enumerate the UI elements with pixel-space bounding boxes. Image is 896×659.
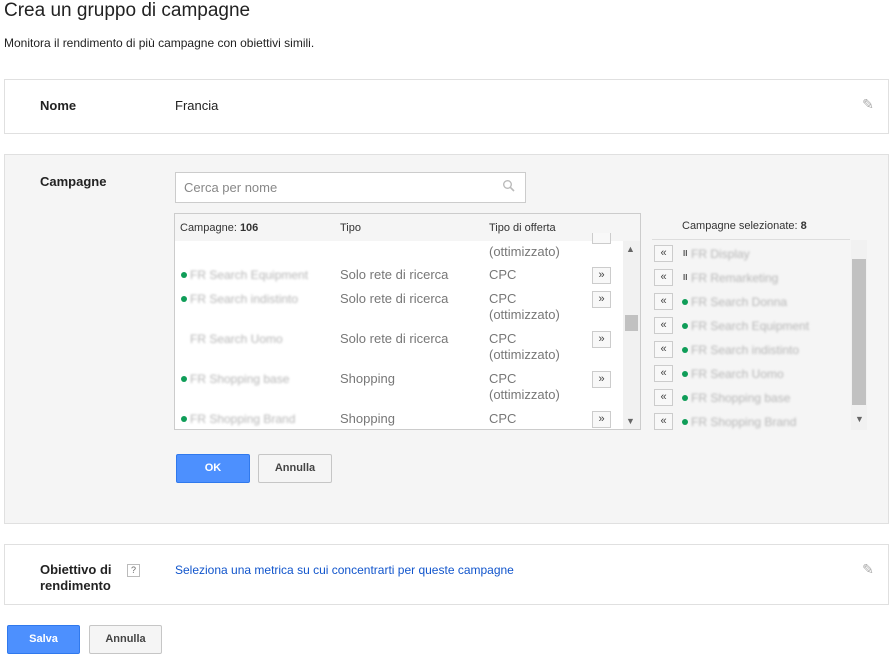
remove-campaign-button[interactable]: « [654,365,673,382]
selected-campaign-name: FR Search Uomo [691,367,784,381]
help-icon[interactable]: ? [127,564,140,577]
status-active-dot [682,395,688,401]
selected-campaign-name: FR Search Donna [691,295,788,309]
remove-campaign-button[interactable]: « [654,341,673,358]
campaign-bid: CPC [489,267,517,282]
annulla-campaigns-button[interactable]: Annulla [258,454,332,483]
status-active-dot [181,296,187,302]
campaign-search-box [175,172,526,203]
selected-campaign-name: FR Remarketing [691,271,779,285]
page-title: Crea un gruppo di campagne [4,0,251,21]
remove-campaign-button[interactable]: « [654,317,673,334]
selected-campaigns-header: Campagne selezionate: 8 [682,220,807,232]
scroll-up-arrow-icon[interactable]: ▲ [626,244,635,254]
select-metric-link[interactable]: Seleziona una metrica su cui concentrart… [175,563,514,577]
selected-campaign-name: FR Shopping Brand [691,415,797,429]
campaigns-count: 106 [239,222,259,234]
status-active-dot [181,416,187,422]
search-icon[interactable] [502,179,516,193]
cancel-button[interactable]: Annulla [89,625,162,654]
selected-scroll-thumb[interactable] [852,259,866,405]
campaign-name[interactable]: FR Shopping Brand [190,412,295,426]
add-campaign-button[interactable]: » [592,411,611,428]
add-campaign-button[interactable]: » [592,331,611,348]
status-paused-icon: II [683,249,688,258]
selected-scroll-down-icon[interactable]: ▼ [855,414,864,424]
status-active-dot [682,419,688,425]
remove-campaign-button[interactable]: « [654,293,673,310]
campaign-table-scroll-thumb[interactable] [625,315,638,331]
campaign-name[interactable]: FR Search Equipment [190,268,308,282]
name-section [4,79,889,134]
campaign-type: Solo rete di ricerca [340,267,449,282]
selected-campaign-name: FR Search indistinto [691,343,800,357]
campaign-bid: CPC [489,371,517,386]
status-active-dot [682,299,688,305]
campaign-table-header: Campagne: 106 Tipo Tipo di offerta [175,214,640,241]
remove-campaign-button[interactable]: « [654,245,673,262]
campaign-bid: CPC [489,291,517,306]
col-campaigns-label: Campagne: [180,222,237,234]
campaigns-label: Campagne [40,174,107,189]
campaign-name[interactable]: FR Search Uomo [190,332,283,346]
remove-campaign-button[interactable]: « [654,413,673,430]
page-subtitle: Monitora il rendimento di più campagne c… [4,36,315,50]
campaign-bid-detail: (ottimizzato) [489,347,560,362]
remove-campaign-button[interactable]: « [654,269,673,286]
campaign-bid-detail: (ottimizzato) [489,387,560,402]
selected-divider [652,239,850,240]
campaign-type: Solo rete di ricerca [340,291,449,306]
name-value: Francia [175,98,219,113]
save-button[interactable]: Salva [7,625,80,654]
goal-label: Obiettivo di rendimento [40,562,112,594]
campaign-table: Campagne: 106 Tipo Tipo di offerta (otti… [174,213,641,430]
campaign-name[interactable]: FR Search indistinto [190,292,298,306]
add-button-partial[interactable] [592,233,611,244]
scroll-down-arrow-icon[interactable]: ▼ [626,416,635,426]
campaign-bid: CPC [489,331,517,346]
status-active-dot [682,347,688,353]
col-bid-header: Tipo di offerta [489,222,556,234]
status-active-dot [682,323,688,329]
selected-count: 8 [800,220,807,232]
edit-goal-pencil-icon[interactable]: ✎ [861,562,875,576]
campaign-bid: CPC [489,411,517,426]
partial-row-bid: (ottimizzato) [489,244,560,259]
selected-campaign-name: FR Display [691,247,750,261]
remove-campaign-button[interactable]: « [654,389,673,406]
status-active-dot [181,272,187,278]
col-type-header: Tipo [340,222,361,234]
selected-campaigns-label: Campagne selezionate: [682,220,798,232]
selected-campaigns-panel: Campagne selezionate: 8 « II FR Display … [652,213,867,430]
campaign-type: Shopping [340,371,395,386]
ok-button[interactable]: OK [176,454,250,483]
selected-campaign-name: FR Shopping base [691,391,791,405]
col-campaigns-header: Campagne: 106 [180,222,258,234]
edit-name-pencil-icon[interactable]: ✎ [861,97,875,111]
status-paused-icon: II [683,273,688,282]
selected-campaign-name: FR Search Equipment [691,319,810,333]
add-campaign-button[interactable]: » [592,267,611,284]
campaign-bid-detail: (ottimizzato) [489,307,560,322]
status-active-dot [682,371,688,377]
goal-label-line1: Obiettivo di [40,562,112,577]
campaign-search-input[interactable] [176,173,484,202]
campaign-type: Solo rete di ricerca [340,331,449,346]
goal-label-line2: rendimento [40,578,111,593]
campaign-table-scrollbar[interactable] [623,241,640,429]
add-campaign-button[interactable]: » [592,371,611,388]
status-active-dot [181,376,187,382]
add-campaign-button[interactable]: » [592,291,611,308]
name-label: Nome [40,98,77,113]
campaign-type: Shopping [340,411,395,426]
campaign-name[interactable]: FR Shopping base [190,372,289,386]
